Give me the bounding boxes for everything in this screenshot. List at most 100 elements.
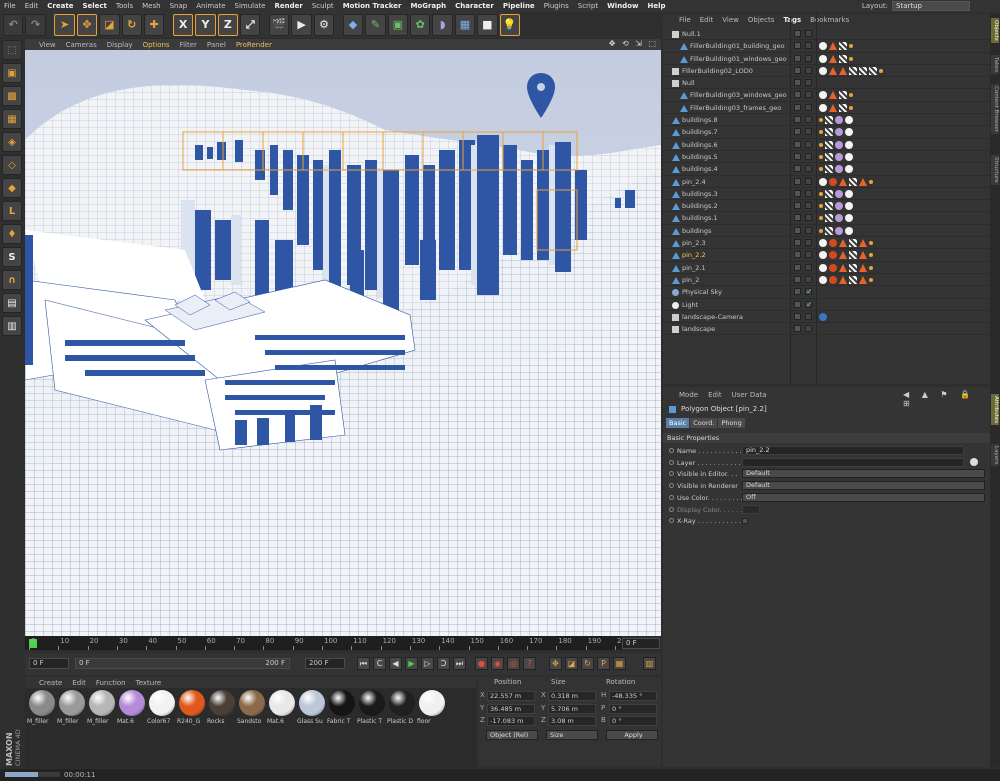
property-dropdown[interactable]: Default <box>742 469 985 479</box>
object-row-buildings-2[interactable]: buildings.2 <box>663 200 990 213</box>
white-material-tag-icon[interactable] <box>845 116 853 125</box>
end-frame-field[interactable]: 200 F <box>305 658 345 669</box>
am-menu-edit[interactable]: Edit <box>708 391 722 399</box>
object-row-buildings-4[interactable]: buildings.4 <box>663 163 990 176</box>
apply-button[interactable]: Apply <box>606 730 658 740</box>
menu-edit[interactable]: Edit <box>25 2 39 10</box>
render-view-icon[interactable]: 🎬 <box>269 13 290 36</box>
viewport-menu-prorender[interactable]: ProRender <box>236 41 272 49</box>
checker-texture-tag-icon[interactable] <box>849 177 857 186</box>
editor-visibility-toggle[interactable] <box>794 103 801 111</box>
checker-texture-tag-icon[interactable] <box>839 54 847 63</box>
material-swatch[interactable]: Plastic D <box>387 690 417 768</box>
object-row-fillerbuilding03-windows-geo[interactable]: FillerBuilding03_windows_geo <box>663 89 990 102</box>
dot-tag-icon[interactable] <box>819 130 823 135</box>
goto-start-icon[interactable]: ⏮ <box>357 657 370 670</box>
size-value-field[interactable]: 5.706 m <box>548 703 596 714</box>
material-preview[interactable] <box>89 690 115 716</box>
animate-radio-icon[interactable] <box>669 494 674 500</box>
render-visibility-toggle[interactable] <box>805 30 812 37</box>
material-swatch[interactable]: Mat.6 <box>117 690 147 768</box>
orange-triangle-tag-icon[interactable] <box>829 103 837 112</box>
layer-field[interactable] <box>742 457 964 467</box>
material-preview[interactable] <box>179 690 205 716</box>
checker-texture-tag-icon[interactable] <box>849 275 857 284</box>
object-row-pin-2-1[interactable]: pin_2.1 <box>663 262 990 274</box>
prev-frame-icon[interactable]: ◀ <box>389 657 402 670</box>
material-preview[interactable] <box>359 690 385 716</box>
checker-texture-tag-icon[interactable] <box>825 214 833 223</box>
dot-tag-icon[interactable] <box>849 44 853 49</box>
material-swatch[interactable]: M_filler <box>57 690 87 768</box>
orange-triangle-tag-icon[interactable] <box>839 275 847 284</box>
polygons-mode-icon[interactable]: ◆ <box>2 178 22 198</box>
red-material-tag-icon[interactable] <box>829 275 837 284</box>
material-preview[interactable] <box>29 690 55 716</box>
render-visibility-toggle[interactable] <box>805 177 812 185</box>
size-value-field[interactable]: 0.318 m <box>548 691 596 701</box>
menu-mesh[interactable]: Mesh <box>142 2 160 10</box>
material-swatch[interactable]: Rocks <box>207 690 237 768</box>
white-material-tag-icon[interactable] <box>819 263 827 272</box>
size-value-field[interactable]: 3.08 m <box>548 716 596 726</box>
menu-render[interactable]: Render <box>274 2 302 10</box>
object-row-fillerbuilding03-frames-geo[interactable]: FillerBuilding03_frames_geo <box>663 102 990 115</box>
render-visibility-toggle[interactable] <box>805 152 812 160</box>
animation-layout-icon[interactable]: ▥ <box>643 657 656 670</box>
viewport-menu-options[interactable]: Options <box>143 41 170 49</box>
menu-window[interactable]: Window <box>607 2 638 10</box>
orange-triangle-tag-icon[interactable] <box>829 91 837 100</box>
editor-visibility-toggle[interactable] <box>794 165 801 173</box>
checker-texture-tag-icon[interactable] <box>869 66 877 75</box>
move-tool-icon[interactable]: ✥ <box>76 13 98 36</box>
purple-material-tag-icon[interactable] <box>835 202 843 211</box>
editor-visibility-toggle[interactable] <box>794 140 801 148</box>
position-value-field[interactable]: 36.485 m <box>487 703 535 714</box>
rotation-value-field[interactable]: -48.335 ° <box>609 691 657 701</box>
material-swatch[interactable]: Glass Su <box>297 690 327 768</box>
render-visibility-toggle[interactable] <box>805 42 812 50</box>
checker-texture-tag-icon[interactable] <box>825 128 833 137</box>
dot-tag-icon[interactable] <box>869 179 873 184</box>
animate-radio-icon[interactable] <box>669 518 674 524</box>
menu-simulate[interactable]: Simulate <box>235 2 266 10</box>
enabled-check-icon[interactable]: ✓ <box>806 286 813 298</box>
object-row-null[interactable]: Null <box>663 77 990 90</box>
dot-tag-icon[interactable] <box>819 142 823 147</box>
next-key-icon[interactable]: Ↄ <box>437 657 450 670</box>
scale-tool-icon[interactable]: ◪ <box>99 13 120 36</box>
editor-visibility-toggle[interactable] <box>794 202 801 210</box>
side-tab-attributes[interactable]: Attributes <box>991 394 999 426</box>
object-row-landscape-camera[interactable]: landscape-Camera <box>663 311 990 324</box>
viewport-navigation-icons[interactable]: ✥ ⟲ ⇲ ⬚ <box>609 39 658 48</box>
orange-triangle-tag-icon[interactable] <box>859 177 867 186</box>
purple-material-tag-icon[interactable] <box>835 189 843 198</box>
side-tab-takes[interactable]: Takes <box>991 55 999 75</box>
orange-triangle-tag-icon[interactable] <box>829 42 837 51</box>
viewport-menu-filter[interactable]: Filter <box>180 41 197 49</box>
am-menu-user-data[interactable]: User Data <box>732 391 767 399</box>
render-visibility-toggle[interactable] <box>805 116 812 124</box>
menu-plugins[interactable]: Plugins <box>544 2 569 10</box>
timeline-frame-field[interactable]: 0 F <box>622 638 660 649</box>
editor-visibility-toggle[interactable] <box>794 189 801 197</box>
red-material-tag-icon[interactable] <box>829 251 837 260</box>
rotation-value-field[interactable]: 0 ° <box>609 716 657 726</box>
dot-tag-icon[interactable] <box>849 93 853 98</box>
layer-browse-icon[interactable] <box>970 458 978 467</box>
material-preview[interactable] <box>269 690 295 716</box>
object-row-fillerbuilding01-windows-geo[interactable]: FillerBuilding01_windows_geo <box>663 53 990 65</box>
editor-visibility-toggle[interactable] <box>794 42 801 50</box>
material-menu-texture[interactable]: Texture <box>136 679 162 687</box>
white-material-tag-icon[interactable] <box>819 177 827 186</box>
deformer-icon[interactable]: ◗ <box>432 13 453 36</box>
menu-sculpt[interactable]: Sculpt <box>312 2 334 10</box>
dot-tag-icon[interactable] <box>849 105 853 110</box>
orange-triangle-tag-icon[interactable] <box>859 275 867 284</box>
tab-phong[interactable]: Phong <box>718 418 745 428</box>
play-icon[interactable]: ▶ <box>405 657 418 670</box>
viewport-menu-display[interactable]: Display <box>107 41 133 49</box>
render-visibility-toggle[interactable] <box>805 251 812 259</box>
cloner-icon[interactable]: ✿ <box>410 13 431 36</box>
material-swatch[interactable]: M_filler <box>27 690 57 768</box>
